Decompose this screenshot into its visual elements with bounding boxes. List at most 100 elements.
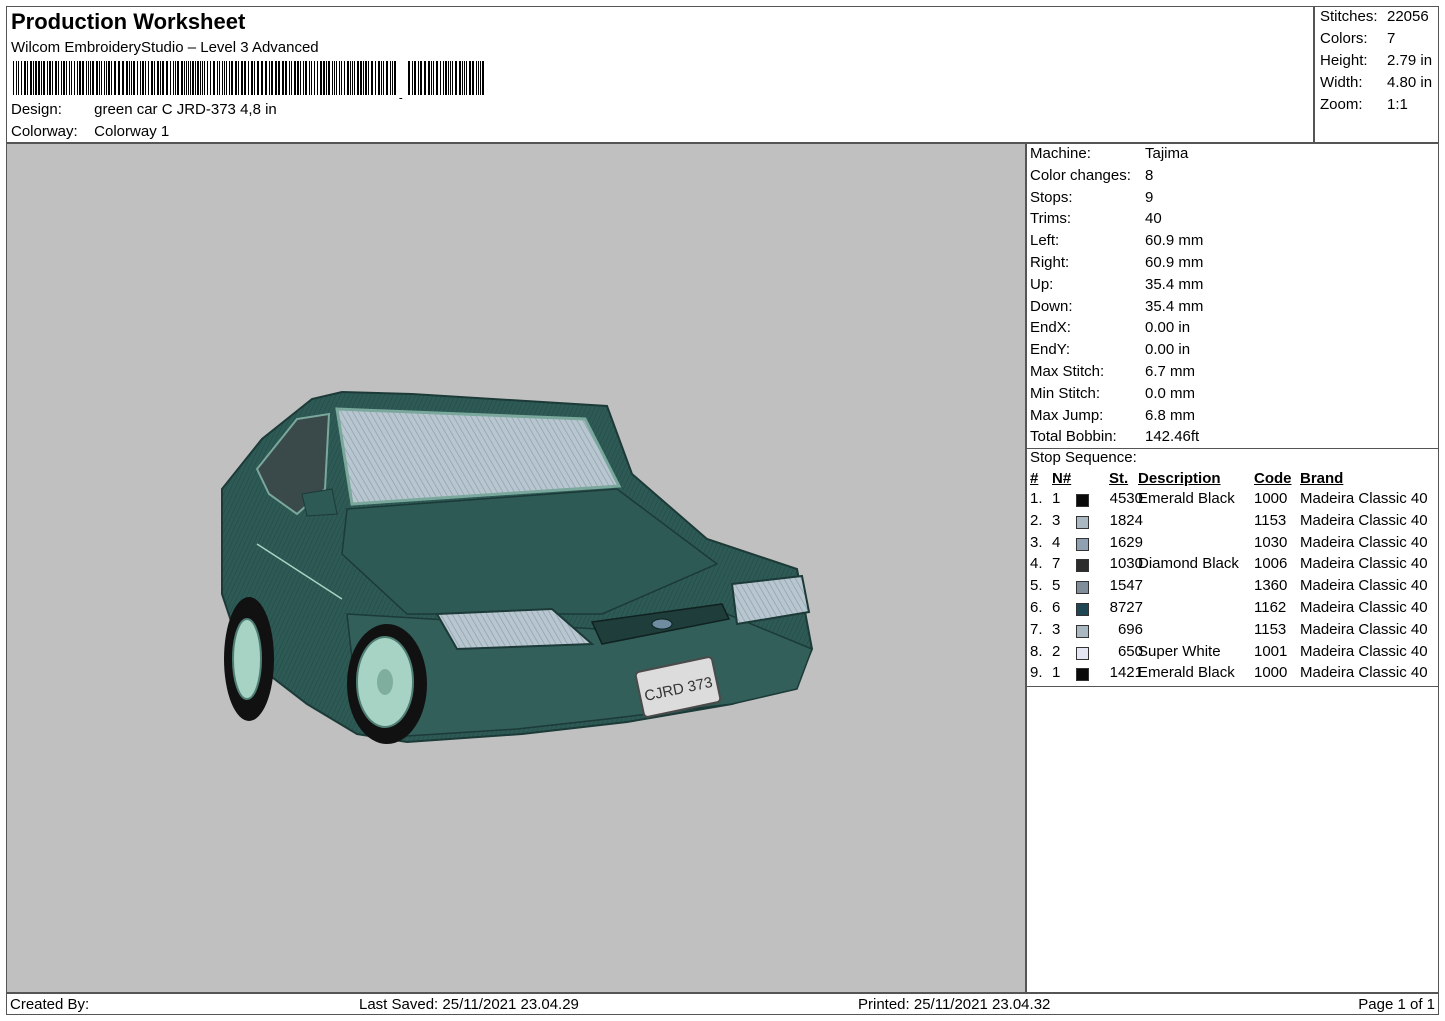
table-row: 5. 5 1547 1360 Madeira Classic 40 [1027, 577, 1438, 599]
thread-color-swatch [1076, 515, 1089, 529]
col-header-index: # [1030, 470, 1039, 487]
svg-text:,: , [398, 84, 404, 99]
machine-info-panel: Machine: Tajima Color changes: 8 Stops: 9 Trim… [1026, 143, 1439, 993]
info-value: 0.00 in [1145, 319, 1191, 337]
info-row: Down: 35.4 mm [1030, 298, 1203, 315]
row-code: 1162 [1254, 599, 1287, 616]
thread-color-swatch [1076, 559, 1089, 573]
page-number: Page 1 of 1 [1358, 996, 1435, 1013]
info-value: 35.4 mm [1145, 275, 1204, 293]
row-brand: Madeira Classic 40 [1300, 511, 1428, 529]
info-label: Machine: [1030, 145, 1091, 162]
created-by: Created By: [10, 996, 90, 1013]
info-value: 9 [1145, 188, 1154, 206]
row-index: 7. [1030, 620, 1043, 638]
table-row: 6. 6 8727 1162 Madeira Classic 40 [1027, 599, 1438, 621]
design-summary: Stitches: 22056 Colors: 7 Height: 2.79 in W… [1314, 6, 1439, 143]
col-header-code: Code [1254, 470, 1292, 487]
row-stitches: 1629 [1109, 533, 1143, 551]
row-code: 1006 [1254, 555, 1288, 573]
stop-sequence-title: Stop Sequence: [1030, 449, 1137, 466]
info-label: Down: [1030, 297, 1073, 315]
printed-date: Printed: 25/11/2021 23.04.32 [858, 996, 1051, 1013]
thread-color-swatch [1076, 668, 1089, 682]
info-row: Stops: 9 [1030, 189, 1153, 206]
car-windshield [335, 407, 622, 506]
info-value: 142.46ft [1145, 428, 1200, 446]
table-row: 3. 4 1629 1030 Madeira Classic 40 [1027, 534, 1438, 556]
summary-row-stitches: Stitches: 22056 [1320, 8, 1429, 25]
info-label: Total Bobbin: [1030, 428, 1117, 446]
row-brand: Madeira Classic 40 [1300, 555, 1428, 573]
worksheet-footer: Created By: Last Saved: 25/11/2021 23.04… [6, 993, 1439, 1015]
car-emblem [651, 618, 673, 630]
col-header-brand: Brand [1300, 470, 1344, 487]
summary-value: 1:1 [1387, 96, 1408, 113]
row-index: 1. [1030, 490, 1043, 507]
info-label: EndY: [1030, 341, 1071, 359]
wheel-rear [224, 597, 274, 721]
info-label: Up: [1030, 275, 1054, 293]
row-needle: 7 [1052, 555, 1061, 573]
info-value: 6.7 mm [1145, 363, 1196, 380]
summary-label: Height: [1320, 52, 1368, 69]
info-value: 8 [1145, 166, 1154, 184]
info-label: EndX: [1030, 319, 1071, 337]
info-row: Total Bobbin: 142.46ft [1030, 428, 1199, 445]
row-brand: Madeira Classic 40 [1300, 620, 1428, 638]
row-index: 8. [1030, 642, 1043, 660]
thread-color-swatch [1076, 646, 1089, 660]
row-needle: 3 [1052, 511, 1061, 529]
software-name: Wilcom EmbroideryStudio – Level 3 Advanc… [11, 39, 319, 56]
info-value: 0.00 in [1145, 341, 1191, 359]
table-row: 7. 3 696 1153 Madeira Classic 40 [1027, 621, 1438, 643]
info-label: Max Jump: [1030, 406, 1104, 424]
info-value: 40 [1145, 210, 1162, 228]
colorway-row: Colorway: Colorway 1 [11, 123, 169, 140]
row-stitches: 1421 [1109, 664, 1143, 682]
info-value: 0.0 mm [1145, 384, 1196, 402]
col-header-needle: N# [1052, 470, 1072, 487]
info-row: Color changes: 8 [1030, 167, 1153, 184]
info-label: Right: [1030, 254, 1070, 271]
summary-row-width: Width: 4.80 in [1320, 74, 1432, 91]
row-brand: Madeira Classic 40 [1300, 664, 1428, 682]
col-header-stitches: St. [1109, 470, 1129, 487]
row-description: Diamond Black [1138, 555, 1239, 573]
info-label: Stops: [1030, 188, 1073, 206]
summary-row-colors: Colors: 7 [1320, 30, 1395, 47]
row-code: 1360 [1254, 577, 1288, 595]
info-row: Min Stitch: 0.0 mm [1030, 385, 1195, 402]
row-description: Super White [1138, 642, 1221, 660]
row-index: 6. [1030, 599, 1043, 616]
row-brand: Madeira Classic 40 [1300, 599, 1428, 616]
summary-row-zoom: Zoom: 1:1 [1320, 96, 1408, 113]
table-row: 2. 3 1824 1153 Madeira Classic 40 [1027, 512, 1438, 534]
info-row: Machine: Tajima [1030, 145, 1188, 162]
table-row: 1. 1 4530 Emerald Black 1000 Madeira Classic … [1027, 490, 1438, 512]
row-stitches: 1547 [1109, 577, 1143, 595]
table-row: 9. 1 1421 Emerald Black 1000 Madeira Classic … [1027, 664, 1438, 686]
car-mirror [301, 488, 338, 517]
barcode: , [13, 61, 484, 99]
info-row: EndX: 0.00 in [1030, 319, 1190, 336]
row-needle: 3 [1052, 620, 1061, 638]
row-stitches: 696 [1117, 620, 1143, 638]
row-brand: Madeira Classic 40 [1300, 533, 1428, 551]
row-index: 5. [1030, 577, 1043, 595]
row-description: Emerald Black [1138, 490, 1235, 507]
row-needle: 5 [1052, 577, 1061, 595]
row-needle: 4 [1052, 533, 1061, 551]
summary-value: 7 [1387, 30, 1396, 47]
design-row: Design: green car C JRD-373 4,8 in [11, 101, 277, 118]
info-row: Trims: 40 [1030, 210, 1162, 227]
info-label: Color changes: [1030, 166, 1131, 184]
info-label: Left: [1030, 232, 1060, 250]
row-needle: 6 [1052, 599, 1061, 616]
info-row: EndY: 0.00 in [1030, 341, 1190, 358]
colorway-value: Colorway 1 [94, 123, 170, 140]
last-saved: Last Saved: 25/11/2021 23.04.29 [359, 996, 579, 1013]
summary-label: Width: [1320, 74, 1363, 91]
info-row: Up: 35.4 mm [1030, 276, 1203, 293]
thread-color-swatch [1076, 494, 1089, 507]
